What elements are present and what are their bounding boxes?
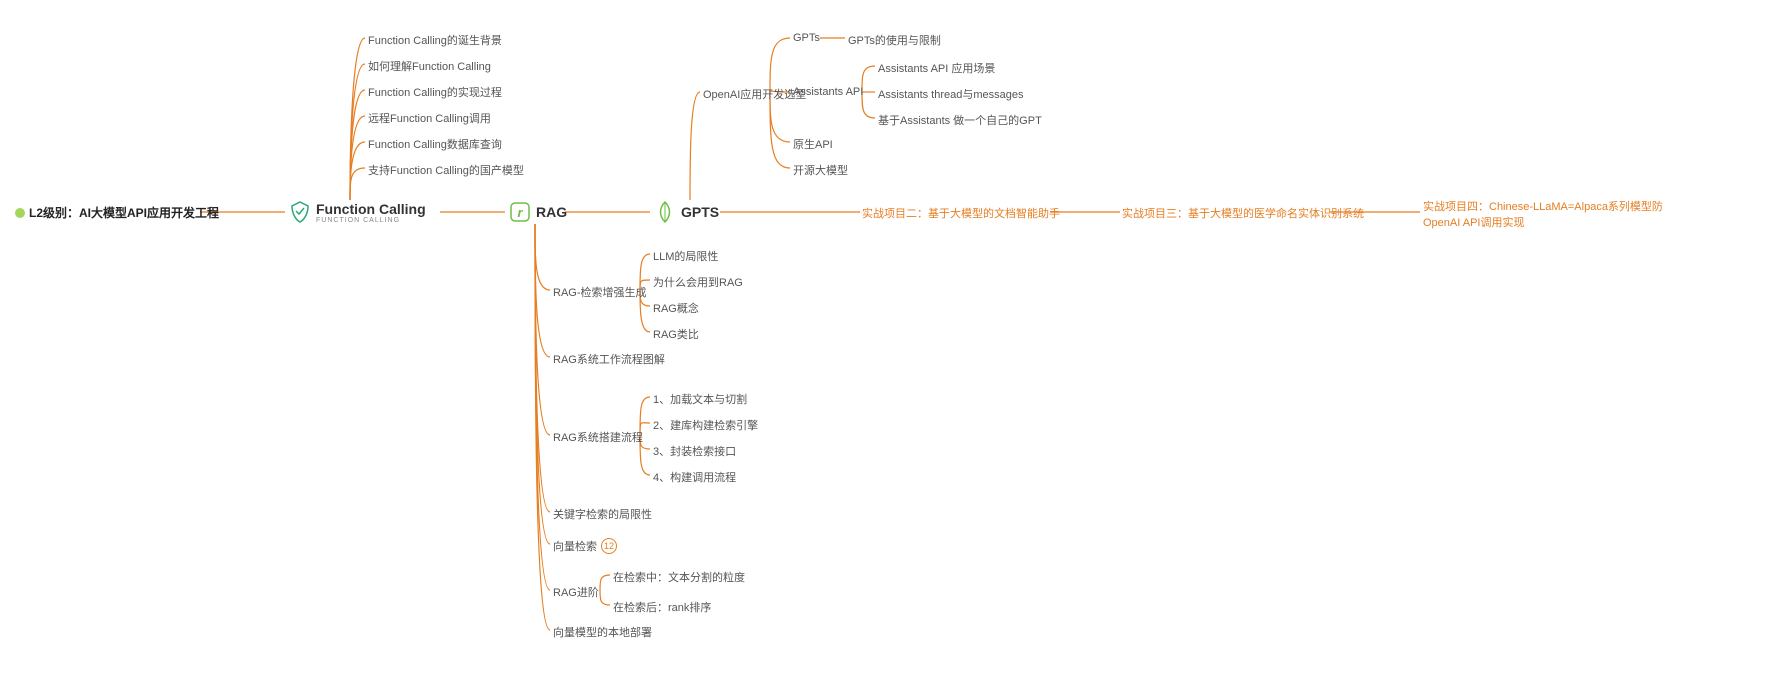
rag-vector-search[interactable]: 向量检索 12	[553, 538, 617, 554]
svg-text:r: r	[517, 205, 523, 220]
root-label: L2级别：AI大模型API应用开发工程	[29, 204, 219, 221]
rag-build[interactable]: RAG系统搭建流程	[553, 429, 643, 445]
count-badge: 12	[601, 538, 617, 554]
rag-build-3[interactable]: 4、构建调用流程	[653, 469, 736, 485]
native-api[interactable]: 原生API	[793, 136, 833, 152]
root-node[interactable]: L2级别：AI大模型API应用开发工程	[15, 204, 219, 221]
box-r-icon: r	[508, 200, 532, 224]
rag-title: RAG	[536, 204, 567, 220]
function-calling-node[interactable]: Function Calling FUNCTION CALLING	[288, 200, 426, 224]
gpts-usage[interactable]: GPTs的使用与限制	[848, 32, 941, 48]
rag-sg-3[interactable]: RAG类比	[653, 326, 699, 342]
mindmap-connectors	[0, 0, 1785, 687]
assist-0[interactable]: Assistants API 应用场景	[878, 60, 995, 76]
gpts-title: GPTS	[681, 204, 719, 220]
rag-workflow[interactable]: RAG系统工作流程图解	[553, 351, 665, 367]
rag-sg-2[interactable]: RAG概念	[653, 300, 699, 316]
rag-keyword-limit[interactable]: 关键字检索的局限性	[553, 506, 652, 522]
root-dot-icon	[15, 208, 25, 218]
rag-local-deploy[interactable]: 向量模型的本地部署	[553, 624, 652, 640]
function-calling-subtitle: FUNCTION CALLING	[316, 217, 426, 224]
fc-child-2[interactable]: Function Calling的实现过程	[368, 84, 502, 100]
leaf-icon	[653, 200, 677, 224]
rag-build-1[interactable]: 2、建库构建检索引擎	[653, 417, 758, 433]
rag-sg-0[interactable]: LLM的局限性	[653, 248, 718, 264]
assist-1[interactable]: Assistants thread与messages	[878, 86, 1024, 102]
rag-adv-1[interactable]: 在检索后：rank排序	[613, 599, 711, 615]
project-3[interactable]: 实战项目三：基于大模型的医学命名实体识别系统	[1122, 205, 1364, 221]
rag-node[interactable]: r RAG	[508, 200, 567, 224]
fc-child-3[interactable]: 远程Function Calling调用	[368, 110, 491, 126]
open-model[interactable]: 开源大模型	[793, 162, 848, 178]
fc-child-1[interactable]: 如何理解Function Calling	[368, 58, 491, 74]
project-2[interactable]: 实战项目二：基于大模型的文档智能助手	[862, 205, 1060, 221]
rag-adv-0[interactable]: 在检索中：文本分割的粒度	[613, 569, 745, 585]
fc-child-5[interactable]: 支持Function Calling的国产模型	[368, 162, 524, 178]
rag-advanced[interactable]: RAG进阶	[553, 584, 599, 600]
rag-search-gen[interactable]: RAG-检索增强生成	[553, 284, 647, 300]
openai-select[interactable]: OpenAI应用开发选型	[703, 86, 806, 102]
rag-build-0[interactable]: 1、加载文本与切割	[653, 391, 747, 407]
gpts-sub[interactable]: GPTs	[793, 32, 820, 44]
rag-sg-1[interactable]: 为什么会用到RAG	[653, 274, 743, 290]
assistants-api[interactable]: Assistants API	[793, 86, 863, 98]
assist-2[interactable]: 基于Assistants 做一个自己的GPT	[878, 112, 1042, 128]
project-4[interactable]: 实战项目四：Chinese-LLaMA=Alpaca系列模型防 OpenAI A…	[1423, 198, 1663, 230]
function-calling-title: Function Calling	[316, 201, 426, 217]
shield-icon	[288, 200, 312, 224]
rag-build-2[interactable]: 3、封装检索接口	[653, 443, 736, 459]
fc-child-0[interactable]: Function Calling的诞生背景	[368, 32, 502, 48]
fc-child-4[interactable]: Function Calling数据库查询	[368, 136, 502, 152]
gpts-node[interactable]: GPTS	[653, 200, 719, 224]
